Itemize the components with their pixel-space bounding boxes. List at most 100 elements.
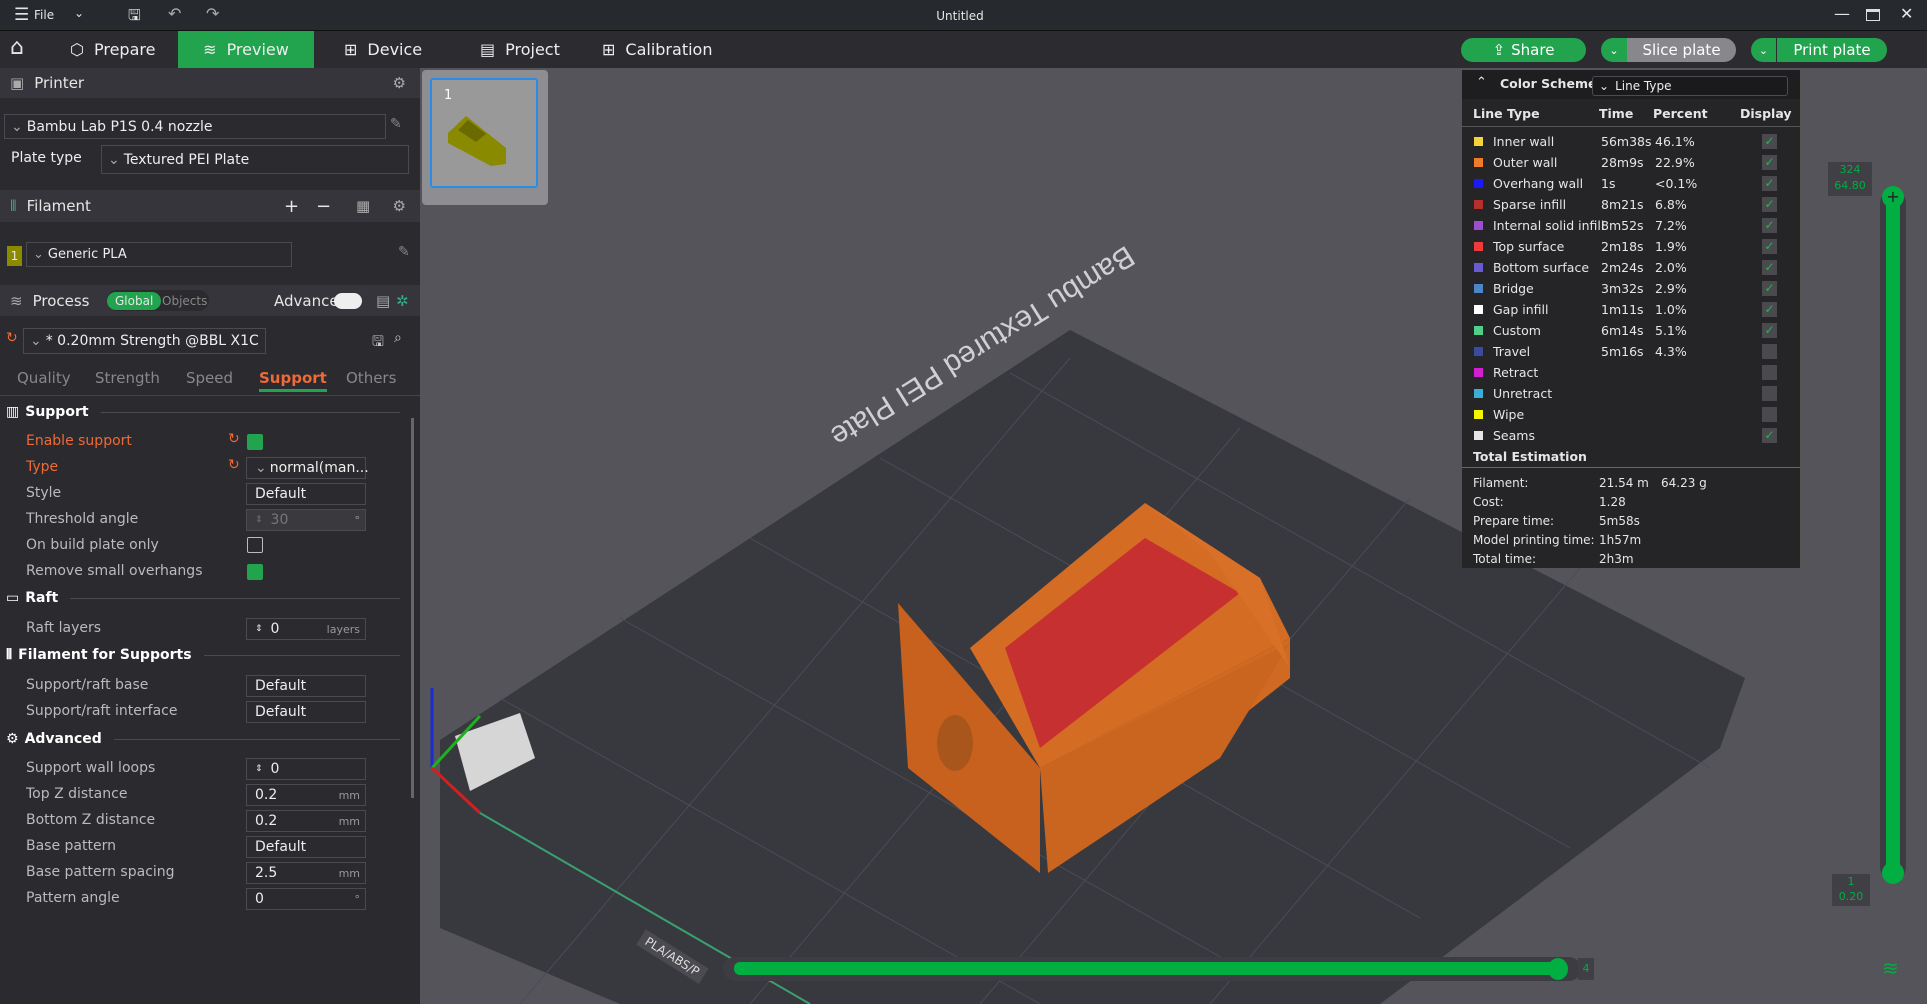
enable-support-checkbox[interactable] [247,434,263,450]
printer-select[interactable]: ⌄ Bambu Lab P1S 0.4 nozzle [4,114,386,139]
file-menu[interactable]: File [34,8,54,22]
reset-icon[interactable]: ↻ [228,431,240,447]
threshold-angle-input[interactable]: ⇕ 30 ° [246,509,366,531]
global-toggle[interactable]: Global [107,291,162,310]
undo-icon[interactable]: ↶ [168,4,181,23]
support-base-select[interactable]: Default [246,675,366,697]
base-pattern-spacing-input[interactable]: 2.5 mm [246,862,366,884]
save-icon[interactable]: 🖫 [128,5,141,30]
objects-toggle[interactable]: Objects [162,294,207,308]
save-preset-icon[interactable]: 🖫 [372,331,384,355]
tab-speed[interactable]: Speed [186,369,233,387]
process-preset-select[interactable]: ⌄ * 0.20mm Strength @BBL X1C [23,328,266,354]
compare-icon[interactable]: ✲ [396,292,409,310]
filament-select[interactable]: ⌄ Generic PLA [26,242,292,267]
divider [1462,467,1800,468]
legend-scrollbar[interactable] [1800,70,1803,568]
remove-filament-button[interactable]: − [316,196,331,217]
display-checkbox[interactable]: ✓ [1762,260,1777,275]
list-icon[interactable]: ▤ [376,292,390,310]
display-checkbox[interactable]: ✓ [1762,281,1777,296]
tab-preview[interactable]: ≋ Preview [178,31,314,68]
support-wall-loops-input[interactable]: ⇕ 0 [246,758,366,780]
support-base-label: Support/raft base [26,677,149,693]
tab-device[interactable]: ⊞ Device [330,31,436,68]
display-checkbox[interactable]: ✓ [1762,197,1777,212]
display-checkbox[interactable]: ✓ [1762,239,1777,254]
display-checkbox[interactable] [1762,386,1777,401]
tab-prepare[interactable]: ⬡ Prepare [56,31,169,68]
plate-type-select[interactable]: ⌄ Textured PEI Plate [101,145,409,174]
style-select[interactable]: Default [246,483,366,505]
bottom-z-input[interactable]: 0.2 mm [246,810,366,832]
printer-icon: ▣ [10,74,25,92]
plate-thumbnail[interactable]: 1 [430,78,538,188]
chevron-down-icon[interactable]: ⌄ [74,6,84,20]
slice-dropdown[interactable]: ⌄ [1601,38,1627,62]
minimize-button[interactable]: — [1834,4,1850,23]
color-scheme-select[interactable]: ⌄ Line Type [1592,76,1788,96]
tab-strength[interactable]: Strength [95,369,160,387]
slice-plate-button[interactable]: Slice plate [1627,38,1736,62]
menu-icon[interactable]: ☰ [14,5,29,25]
gear-icon[interactable]: ⚙ [393,197,406,215]
top-z-input[interactable]: 0.2 mm [246,784,366,806]
edit-icon[interactable]: ✎ [398,244,410,260]
print-dropdown[interactable]: ⌄ [1751,38,1776,62]
redo-icon[interactable]: ↷ [206,4,219,23]
layer-slider-top-handle[interactable]: + [1882,186,1904,208]
reset-icon[interactable]: ↻ [228,457,240,473]
sync-filament-icon[interactable]: ▦ [356,197,370,215]
move-slider-range [734,962,1560,975]
add-filament-button[interactable]: + [284,196,299,217]
color-swatch [1474,284,1483,293]
build-plate-only-checkbox[interactable] [247,537,263,553]
advance-switch[interactable] [334,292,362,309]
filament-icon: ⦀ [10,197,17,215]
display-checkbox[interactable]: ✓ [1762,134,1777,149]
search-icon[interactable]: ⌕ [394,330,402,346]
layer-slider-bottom-handle[interactable] [1882,862,1904,884]
display-checkbox[interactable]: ✓ [1762,155,1777,170]
gear-icon[interactable]: ⚙ [393,74,406,92]
collapse-icon[interactable]: ⌃ [1476,75,1487,90]
support-type-select[interactable]: ⌄ normal(man... [246,457,369,479]
display-checkbox[interactable]: ✓ [1762,323,1777,338]
tab-calibration[interactable]: ⊞ Calibration [588,31,726,68]
display-checkbox[interactable] [1762,365,1777,380]
display-checkbox[interactable] [1762,407,1777,422]
display-checkbox[interactable]: ✓ [1762,428,1777,443]
display-checkbox[interactable]: ✓ [1762,302,1777,317]
move-slider-handle[interactable] [1548,958,1568,980]
tab-others[interactable]: Others [346,369,396,387]
share-button[interactable]: ⇪ Share [1461,38,1586,62]
layers-icon[interactable]: ≋ [1882,956,1899,980]
color-swatch [1474,242,1483,251]
maximize-button[interactable] [1866,9,1880,21]
tab-support[interactable]: Support [259,369,327,392]
raft-layers-input[interactable]: ⇕ 0 layers [246,618,366,640]
base-pattern-select[interactable]: Default [246,836,366,858]
tab-project[interactable]: ▤ Project [466,31,574,68]
support-interface-select[interactable]: Default [246,701,366,723]
reset-icon[interactable]: ↻ [6,330,18,346]
pattern-angle-input[interactable]: 0 ° [246,888,366,910]
display-checkbox[interactable]: ✓ [1762,218,1777,233]
close-button[interactable]: ✕ [1900,4,1913,23]
legend-row: Gap infill 1m11s 1.0% ✓ [1462,299,1800,320]
legend-row: Outer wall 28m9s 22.9% ✓ [1462,152,1800,173]
color-swatch [1474,179,1483,188]
plate-number: 1 [444,88,453,103]
print-plate-button[interactable]: Print plate [1777,38,1887,62]
settings-scrollbar[interactable] [411,418,414,798]
home-icon[interactable]: ⌂ [10,35,24,60]
display-checkbox[interactable]: ✓ [1762,176,1777,191]
window-title: Untitled [936,9,984,23]
remove-small-overhangs-checkbox[interactable] [247,564,263,580]
chevron-down-icon: ⌄ [1609,43,1619,57]
support-interface-label: Support/raft interface [26,703,178,719]
edit-icon[interactable]: ✎ [390,116,402,132]
display-checkbox[interactable] [1762,344,1777,359]
tab-quality[interactable]: Quality [17,369,71,387]
filament-slot-badge[interactable]: 1 [7,246,22,266]
